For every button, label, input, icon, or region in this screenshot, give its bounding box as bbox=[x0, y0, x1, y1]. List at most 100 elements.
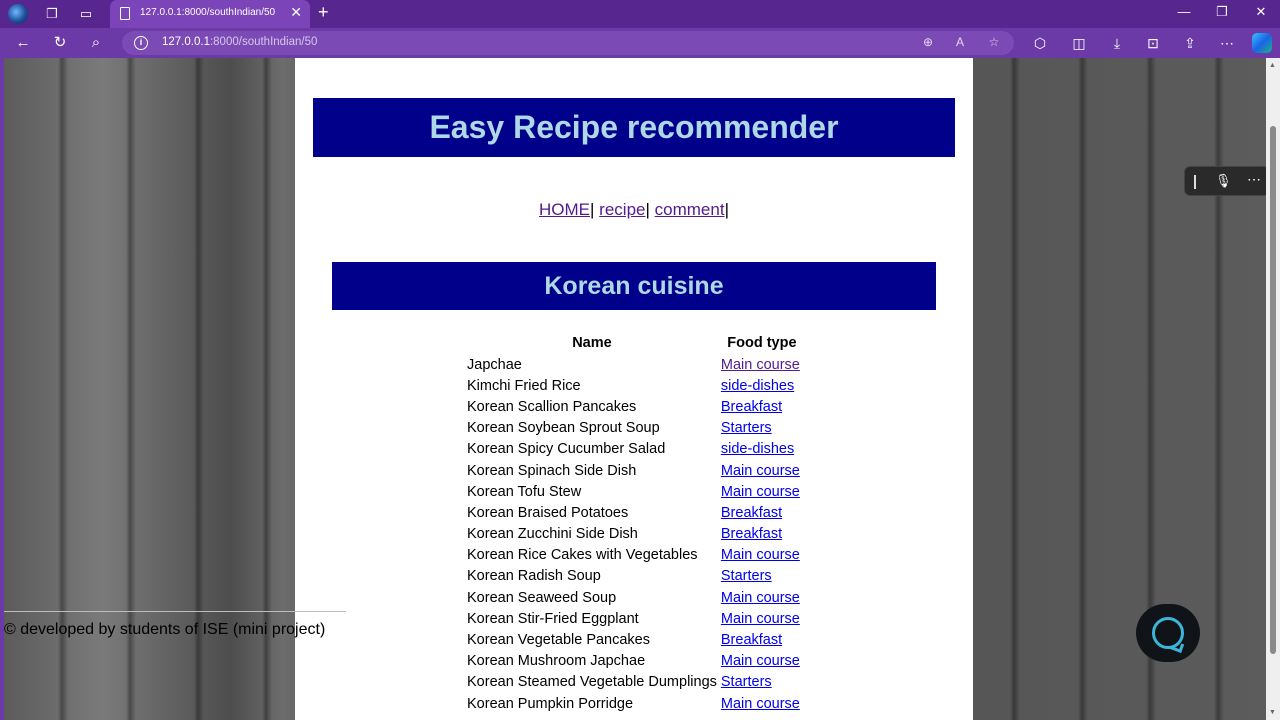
microphone-icon[interactable]: 🎙 bbox=[1215, 173, 1232, 189]
recipe-name: Korean Zucchini Side Dish bbox=[467, 526, 638, 543]
address-bar[interactable]: i 127.0.0.1:8000/southIndian/50 ⊕ A ☆ bbox=[122, 31, 1014, 55]
drag-handle[interactable] bbox=[1194, 175, 1196, 189]
table-row: Korean Radish Soup Starters bbox=[465, 566, 805, 587]
recipe-name: Japchae bbox=[467, 356, 522, 373]
food-type-cell: Main course bbox=[719, 587, 805, 608]
toolbar: ← ↻ ⌕ i 127.0.0.1:8000/southIndian/50 ⊕ … bbox=[0, 28, 1280, 58]
food-type-cell: Main course bbox=[719, 608, 805, 629]
chat-bubble-icon bbox=[1152, 617, 1184, 649]
new-tab-icon[interactable]: + bbox=[318, 2, 329, 23]
food-type-link[interactable]: Breakfast bbox=[721, 526, 782, 542]
recipe-name: Korean Soybean Sprout Soup bbox=[467, 420, 660, 437]
recipe-name: Korean Seaweed Soup bbox=[467, 589, 617, 606]
food-type-link[interactable]: Main course bbox=[721, 463, 800, 479]
vertical-scrollbar[interactable]: ▲ ▼ bbox=[1266, 58, 1280, 720]
page-viewport: Easy Recipe recommender HOME| recipe| co… bbox=[0, 58, 1280, 720]
food-type-cell: Main course bbox=[719, 651, 805, 672]
table-row: Korean Soybean Sprout Soup Starters bbox=[465, 418, 805, 439]
page-icon bbox=[120, 7, 130, 20]
food-type-cell: Starters bbox=[719, 672, 805, 693]
table-row: Korean Seaweed Soup Main course bbox=[465, 587, 805, 608]
food-type-link[interactable]: Main course bbox=[721, 357, 800, 373]
content-panel: Easy Recipe recommender HOME| recipe| co… bbox=[295, 58, 973, 720]
workspaces-icon[interactable]: ❐ bbox=[42, 4, 62, 24]
food-type-link[interactable]: Main course bbox=[721, 590, 800, 606]
food-type-cell: Main course bbox=[719, 693, 805, 714]
table-row: Korean Vegetable Pancakes Breakfast bbox=[465, 629, 805, 650]
more-options-icon[interactable]: ⋯ bbox=[1218, 34, 1236, 52]
active-tab[interactable]: 127.0.0.1:8000/southIndian/50 ✕ bbox=[110, 0, 310, 28]
food-type-link[interactable]: Main course bbox=[721, 484, 800, 500]
menu-separator: | bbox=[590, 200, 595, 219]
tab-actions-icon[interactable]: ▭ bbox=[76, 4, 96, 24]
url-text[interactable]: 127.0.0.1:8000/southIndian/50 bbox=[162, 36, 317, 48]
table-row: Japchae Main course bbox=[465, 354, 805, 375]
scroll-up-icon[interactable]: ▲ bbox=[1269, 62, 1276, 69]
table-body: Japchae Main course Kimchi Fried Rice side-… bbox=[465, 354, 805, 714]
nav-link-recipe[interactable]: recipe bbox=[599, 200, 645, 219]
table-row: Korean Tofu Stew Main course bbox=[465, 481, 805, 502]
maximize-icon[interactable]: ❐ bbox=[1212, 4, 1232, 20]
food-type-link[interactable]: side-dishes bbox=[721, 378, 794, 394]
nav-menu: HOME| recipe| comment| bbox=[295, 200, 973, 220]
food-type-cell: side-dishes bbox=[719, 375, 805, 396]
recipe-name: Korean Stir-Fried Eggplant bbox=[467, 610, 639, 627]
food-type-link[interactable]: Starters bbox=[721, 568, 772, 584]
site-title: Easy Recipe recommender bbox=[313, 98, 955, 157]
site-info-icon[interactable]: i bbox=[134, 36, 148, 50]
food-type-link[interactable]: Main course bbox=[721, 696, 800, 712]
close-window-icon[interactable]: ✕ bbox=[1251, 4, 1271, 20]
food-type-link[interactable]: Main course bbox=[721, 653, 800, 669]
split-screen-icon[interactable]: ◫ bbox=[1070, 34, 1088, 52]
nav-link-comment[interactable]: comment bbox=[655, 200, 725, 219]
scrollbar-thumb[interactable] bbox=[1270, 126, 1276, 654]
search-icon[interactable]: ⌕ bbox=[87, 34, 105, 52]
footer-credit: © developed by students of ISE (mini pro… bbox=[4, 611, 346, 639]
recipe-name: Korean Spinach Side Dish bbox=[467, 462, 637, 479]
table-row: Korean Zucchini Side Dish Breakfast bbox=[465, 524, 805, 545]
menu-separator: | bbox=[645, 200, 650, 219]
chat-assistant-button[interactable] bbox=[1136, 604, 1200, 662]
table-row: Korean Mushroom Japchae Main course bbox=[465, 651, 805, 672]
food-type-link[interactable]: Main course bbox=[721, 547, 800, 563]
food-type-cell: Starters bbox=[719, 418, 805, 439]
downloads-icon[interactable]: ⤓ bbox=[1108, 34, 1126, 52]
food-type-link[interactable]: side-dishes bbox=[721, 441, 794, 457]
recipe-name: Korean Rice Cakes with Vegetables bbox=[467, 547, 698, 564]
food-type-link[interactable]: Main course bbox=[721, 611, 800, 627]
minimize-icon[interactable]: — bbox=[1174, 4, 1194, 19]
screenshot-icon[interactable]: ⊡ bbox=[1144, 34, 1162, 52]
table-row: Korean Steamed Vegetable Dumplings Starte… bbox=[465, 672, 805, 693]
food-type-link[interactable]: Breakfast bbox=[721, 505, 782, 521]
food-type-link[interactable]: Breakfast bbox=[721, 632, 782, 648]
table-row: Korean Rice Cakes with Vegetables Main co… bbox=[465, 545, 805, 566]
food-type-link[interactable]: Starters bbox=[721, 420, 772, 436]
copilot-icon[interactable] bbox=[1252, 33, 1272, 53]
profile-avatar[interactable] bbox=[8, 4, 28, 24]
recipe-name: Kimchi Fried Rice bbox=[467, 377, 581, 394]
recipe-name: Korean Steamed Vegetable Dumplings bbox=[467, 674, 717, 691]
zoom-icon[interactable]: ⊕ bbox=[920, 35, 936, 49]
voice-typing-bar: 🎙 ⋯ bbox=[1184, 166, 1270, 196]
food-type-link[interactable]: Starters bbox=[721, 674, 772, 690]
read-aloud-icon[interactable]: A bbox=[952, 35, 968, 49]
back-icon[interactable]: ← bbox=[14, 34, 32, 52]
food-type-cell: Main course bbox=[719, 481, 805, 502]
nav-link-home[interactable]: HOME bbox=[539, 200, 590, 219]
refresh-icon[interactable]: ↻ bbox=[51, 34, 69, 52]
table-row: Korean Scallion Pancakes Breakfast bbox=[465, 396, 805, 417]
food-type-cell: Breakfast bbox=[719, 396, 805, 417]
table-header-row: Name Food type bbox=[465, 332, 805, 354]
more-icon[interactable]: ⋯ bbox=[1247, 171, 1261, 188]
close-tab-icon[interactable]: ✕ bbox=[290, 4, 302, 21]
table-row: Korean Spicy Cucumber Salad side-dishes bbox=[465, 439, 805, 460]
extensions-icon[interactable]: ⬡ bbox=[1031, 34, 1049, 52]
recipe-name: Korean Braised Potatoes bbox=[467, 504, 629, 521]
favorite-star-icon[interactable]: ☆ bbox=[986, 35, 1002, 49]
recipe-name: Korean Scallion Pancakes bbox=[467, 398, 637, 415]
recipe-name: Korean Radish Soup bbox=[467, 568, 601, 585]
table-row: Korean Stir-Fried Eggplant Main course bbox=[465, 608, 805, 629]
share-icon[interactable]: ⇪ bbox=[1181, 34, 1199, 52]
scroll-down-icon[interactable]: ▼ bbox=[1269, 709, 1276, 716]
food-type-link[interactable]: Breakfast bbox=[721, 399, 782, 415]
